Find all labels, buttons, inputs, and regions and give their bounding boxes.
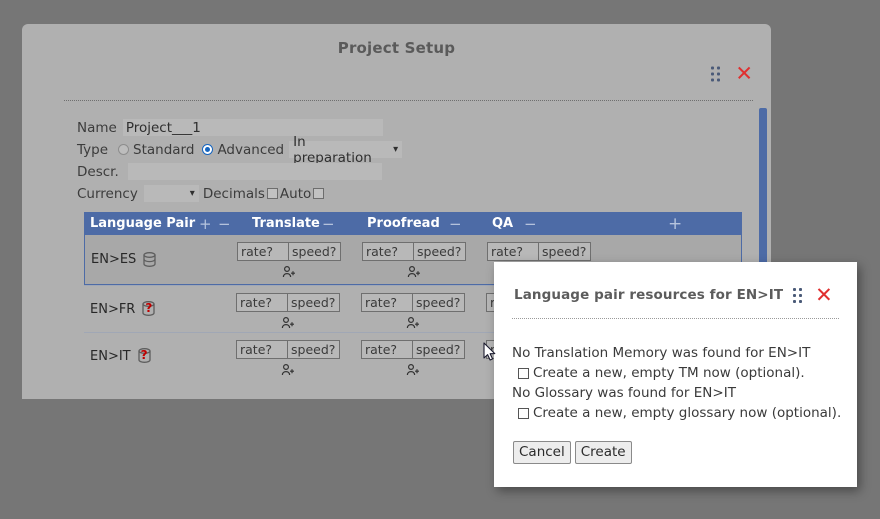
auto-label: Auto (279, 185, 312, 202)
person-add-icon (281, 361, 296, 376)
dialog-title-bar: Language pair resources for EN>IT ✕ (514, 284, 839, 306)
database-question-icon[interactable]: ? (141, 301, 156, 317)
database-question-icon[interactable]: ? (137, 348, 152, 364)
person-add-icon (282, 263, 297, 278)
currency-label: Currency (77, 185, 138, 202)
person-add-icon (407, 263, 422, 278)
language-pair-cell: EN>ES (91, 251, 157, 268)
translate-rate-input[interactable]: rate? (236, 293, 288, 312)
descr-input[interactable] (127, 163, 382, 180)
language-pair-label: EN>FR (90, 301, 136, 317)
proofread-cell-group: rate? speed? (361, 340, 465, 376)
descr-label: Descr. (77, 163, 119, 180)
form-row-descr: Descr. (77, 162, 382, 181)
tm-checkbox-row[interactable]: Create a new, empty TM now (optional). (518, 365, 805, 381)
radio-standard-label: Standard (133, 141, 195, 158)
decimals-checkbox[interactable] (266, 188, 278, 199)
drag-dots-icon[interactable] (793, 287, 804, 303)
plus-icon[interactable]: + (199, 215, 212, 233)
drag-dots-icon[interactable] (711, 66, 722, 82)
title-divider (64, 100, 753, 101)
minus-icon[interactable]: − (322, 215, 335, 233)
chevron-down-icon: ▾ (189, 187, 195, 199)
person-add-icon (406, 314, 421, 329)
table-header-row: Language Pair + − Translate − Proofread … (84, 212, 742, 235)
qa-speed-input[interactable]: speed? (539, 242, 591, 261)
translate-cell-group: rate? speed? (236, 293, 340, 329)
language-pair-cell: EN>IT ? (90, 348, 152, 364)
proofread-speed-input[interactable]: speed? (413, 340, 465, 359)
translate-cell-group: rate? speed? (237, 242, 341, 278)
window-controls: ✕ (711, 63, 753, 85)
dialog-divider (512, 318, 839, 319)
add-person-translate[interactable] (237, 262, 341, 278)
question-mark-badge: ? (145, 301, 153, 315)
translate-rate-input[interactable]: rate? (237, 242, 289, 261)
radio-standard[interactable] (118, 144, 130, 155)
chevron-down-icon: ▾ (393, 143, 399, 155)
translate-cell-group: rate? speed? (236, 340, 340, 376)
close-x-icon[interactable]: ✕ (815, 284, 833, 306)
add-person-proofread[interactable] (362, 262, 466, 278)
column-header-qa: QA (492, 216, 514, 231)
create-button[interactable]: Create (574, 441, 632, 464)
tm-checkbox[interactable] (518, 367, 529, 379)
minus-icon[interactable]: − (449, 215, 462, 233)
auto-checkbox[interactable] (313, 188, 325, 199)
name-label: Name (77, 119, 117, 136)
translate-speed-input[interactable]: speed? (289, 242, 341, 261)
proofread-cell-group: rate? speed? (362, 242, 466, 278)
project-status-select[interactable]: In preparation ▾ (289, 134, 403, 166)
page-title: Project Setup (337, 39, 456, 57)
tm-message: No Translation Memory was found for EN>I… (512, 345, 811, 361)
add-person-proofread[interactable] (361, 360, 465, 376)
database-icon[interactable] (142, 251, 157, 268)
question-mark-badge: ? (140, 348, 148, 362)
translate-rate-input[interactable]: rate? (236, 340, 288, 359)
column-header-language-pair: Language Pair (90, 216, 196, 231)
minus-icon[interactable]: − (218, 215, 231, 233)
add-column-plus-icon[interactable]: + (668, 214, 682, 234)
decimals-label: Decimals (202, 185, 265, 202)
glossary-checkbox[interactable] (518, 407, 529, 419)
dialog-buttons: Cancel Create (513, 441, 632, 464)
minus-icon[interactable]: − (524, 215, 537, 233)
close-x-icon[interactable]: ✕ (735, 63, 753, 85)
add-person-proofread[interactable] (361, 313, 465, 329)
language-pair-resources-dialog: Language pair resources for EN>IT ✕ No T… (494, 262, 857, 487)
glossary-message: No Glossary was found for EN>IT (512, 385, 736, 401)
mouse-cursor (483, 342, 497, 362)
column-header-translate: Translate (252, 216, 320, 231)
tm-checkbox-label: Create a new, empty TM now (optional). (533, 365, 805, 381)
translate-speed-input[interactable]: speed? (288, 340, 340, 359)
glossary-checkbox-row[interactable]: Create a new, empty glossary now (option… (518, 405, 841, 421)
column-header-proofread: Proofread (367, 216, 440, 231)
proofread-rate-input[interactable]: rate? (362, 242, 414, 261)
proofread-speed-input[interactable]: speed? (414, 242, 466, 261)
currency-select[interactable]: ▾ (143, 185, 199, 202)
person-add-icon (281, 314, 296, 329)
proofread-speed-input[interactable]: speed? (413, 293, 465, 312)
language-pair-cell: EN>FR ? (90, 301, 156, 317)
radio-advanced[interactable] (202, 144, 214, 155)
language-pair-label: EN>IT (90, 348, 131, 364)
translate-speed-input[interactable]: speed? (288, 293, 340, 312)
project-status-value: In preparation (293, 133, 372, 166)
add-person-translate[interactable] (236, 313, 340, 329)
proofread-cell-group: rate? speed? (361, 293, 465, 329)
type-label: Type (77, 141, 109, 158)
dialog-title: Language pair resources for EN>IT (514, 287, 784, 303)
dialog-window-controls: ✕ (793, 284, 833, 306)
language-pair-label: EN>ES (91, 252, 137, 267)
form-row-currency: Currency ▾ Decimals Auto (77, 184, 326, 203)
radio-advanced-label: Advanced (217, 141, 285, 158)
proofread-rate-input[interactable]: rate? (361, 293, 413, 312)
person-add-icon (406, 361, 421, 376)
glossary-checkbox-label: Create a new, empty glossary now (option… (533, 405, 842, 421)
qa-rate-input[interactable]: rate? (487, 242, 539, 261)
form-row-type: Type Standard Advanced In preparation ▾ (77, 134, 403, 166)
proofread-rate-input[interactable]: rate? (361, 340, 413, 359)
cancel-button[interactable]: Cancel (513, 441, 571, 464)
add-person-translate[interactable] (236, 360, 340, 376)
